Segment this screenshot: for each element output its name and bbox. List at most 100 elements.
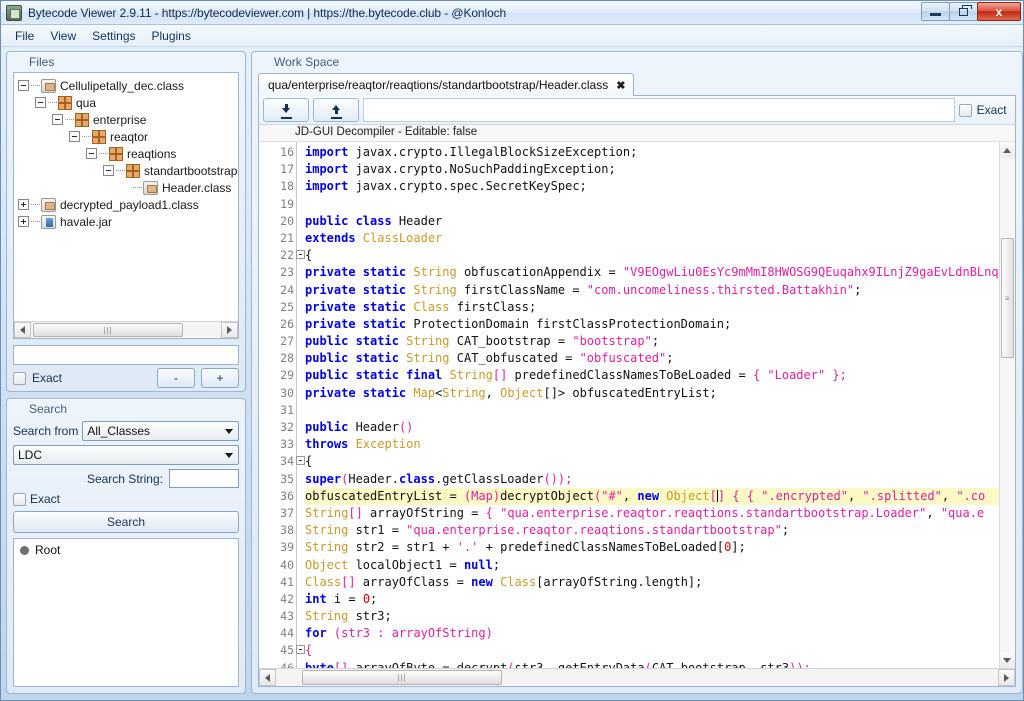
code-horizontal-scrollbar[interactable]: |||	[259, 668, 1015, 686]
menu-item-file[interactable]: File	[7, 27, 42, 45]
scroll-left-button[interactable]	[14, 322, 31, 338]
code-line[interactable]: String[] arrayOfString = { "qua.enterpri…	[305, 505, 999, 522]
menu-item-view[interactable]: View	[42, 27, 84, 45]
scroll-down-button[interactable]	[999, 652, 1015, 668]
tree-node[interactable]: Cellulipetally_dec.class	[18, 77, 236, 94]
collapse-icon[interactable]	[52, 114, 63, 125]
code-line[interactable]: public class Header	[305, 213, 999, 230]
tree-node[interactable]: havale.jar	[18, 213, 236, 230]
code-line[interactable]: private static Class firstClass;	[305, 299, 999, 316]
code-line[interactable]: public Header()	[305, 419, 999, 436]
search-button[interactable]: Search	[13, 511, 239, 533]
code-line[interactable]: {	[305, 453, 999, 470]
code-line[interactable]: Class[] arrayOfClass = new Class[arrayOf…	[305, 574, 999, 591]
code-line[interactable]: public static final String[] predefinedC…	[305, 367, 999, 384]
code-token: byte	[305, 660, 334, 668]
expand-icon[interactable]	[18, 216, 29, 227]
collapse-icon[interactable]	[35, 97, 46, 108]
code-line[interactable]: for (str3 : arrayOfString)	[305, 625, 999, 642]
code-line[interactable]: private static String obfuscationAppendi…	[305, 264, 999, 281]
code-line[interactable]: import javax.crypto.spec.SecretKeySpec;	[305, 178, 999, 195]
code-line[interactable]: public static String CAT_bootstrap = "bo…	[305, 333, 999, 350]
code-line[interactable]: {	[305, 247, 999, 264]
search-string-input[interactable]	[169, 469, 239, 488]
search-down-button[interactable]	[263, 98, 309, 122]
search-scope-dropdown[interactable]: All_Classes	[82, 421, 239, 441]
files-filter-input[interactable]	[13, 345, 239, 365]
expand-icon[interactable]	[18, 199, 29, 210]
code-line[interactable]: public static String CAT_obfuscated = "o…	[305, 350, 999, 367]
code-line[interactable]: byte[] arrayOfByte = decrypt(str3, getEn…	[305, 660, 999, 668]
code-line[interactable]: String str3;	[305, 608, 999, 625]
code-line[interactable]: Object localObject1 = null;	[305, 557, 999, 574]
editor-search-input[interactable]	[363, 98, 955, 122]
code-scroll-right-button[interactable]	[997, 669, 1015, 686]
collapse-icon[interactable]	[86, 148, 97, 159]
code-line[interactable]: String str2 = str1 + '.' + predefinedCla…	[305, 539, 999, 556]
minimize-button[interactable]	[921, 2, 950, 21]
tree-node[interactable]: Header.class	[18, 179, 236, 196]
scroll-up-button[interactable]	[999, 142, 1015, 158]
font-increase-button[interactable]: +	[201, 368, 239, 388]
code-line[interactable]: int i = 0;	[305, 591, 999, 608]
code-line[interactable]: private static ProtectionDomain firstCla…	[305, 316, 999, 333]
code-line[interactable]: import javax.crypto.NoSuchPaddingExcepti…	[305, 161, 999, 178]
code-fold-toggle[interactable]	[296, 250, 305, 260]
code-fold-toggle[interactable]	[296, 645, 305, 655]
code-vertical-scrollbar[interactable]: ≡	[998, 142, 1015, 668]
code-line-highlighted[interactable]: obfuscatedEntryList = (Map)decryptObject…	[305, 487, 999, 505]
font-decrease-button[interactable]: -	[157, 368, 195, 388]
tree-node[interactable]: enterprise	[18, 111, 236, 128]
code-fold-toggle[interactable]	[296, 456, 305, 466]
scroll-right-button[interactable]	[221, 322, 238, 338]
collapse-icon[interactable]	[69, 131, 80, 142]
code-line[interactable]: String str1 = "qua.enterprise.reaqtor.re…	[305, 522, 999, 539]
code-scroll-left-button[interactable]	[259, 669, 276, 686]
search-exact-checkbox[interactable]	[13, 492, 26, 506]
code-token: arrayOfString =	[362, 505, 486, 520]
tab-close-icon[interactable]: ✖	[616, 79, 625, 92]
tab-header-class[interactable]: qua/enterprise/reaqtor/reaqtions/standar…	[258, 73, 635, 96]
tree-node[interactable]: reaqtions	[18, 145, 236, 162]
tree-node[interactable]: decrypted_payload1.class	[18, 196, 236, 213]
code-line[interactable]: throws Exception	[305, 436, 999, 453]
tree-node[interactable]: standartbootstrap	[18, 162, 237, 179]
files-exact-checkbox[interactable]	[13, 371, 26, 385]
search-results-tree[interactable]: Root	[13, 538, 239, 687]
code-line[interactable]: import javax.crypto.IllegalBlockSizeExce…	[305, 144, 999, 161]
code-token: import	[305, 145, 356, 159]
code-line[interactable]: private static String firstClassName = "…	[305, 282, 999, 299]
search-up-button[interactable]	[313, 98, 359, 122]
code-line[interactable]	[305, 402, 999, 419]
code-line[interactable]: private static Map<String, Object[]> obf…	[305, 385, 999, 402]
code-scroll-track[interactable]: |||	[276, 669, 998, 686]
code-token: .getClassLoader	[435, 471, 544, 486]
code-token: String	[413, 265, 457, 280]
restore-button[interactable]	[949, 2, 978, 21]
code-line[interactable]: {	[305, 642, 999, 659]
code-content[interactable]: import javax.crypto.IllegalBlockSizeExce…	[297, 142, 999, 668]
tree-node[interactable]: qua	[18, 94, 236, 111]
code-scroll-thumb[interactable]: |||	[302, 670, 502, 685]
code-token: private static	[305, 299, 414, 314]
menu-item-plugins[interactable]: Plugins	[144, 27, 199, 45]
vscroll-track[interactable]: ≡	[1000, 158, 1015, 652]
tree-node[interactable]: reaqtor	[18, 128, 236, 145]
search-type-dropdown[interactable]: LDC	[13, 445, 239, 465]
code-line[interactable]	[305, 196, 999, 213]
scroll-track[interactable]: |||	[31, 322, 221, 338]
collapse-icon[interactable]	[18, 80, 29, 91]
code-line[interactable]: super(Header.class.getClassLoader());	[305, 471, 999, 488]
search-result-root[interactable]: Root	[20, 543, 232, 557]
file-tree[interactable]: Cellulipetally_dec.class qua enterprise rea…	[14, 73, 238, 321]
code-token: ".encrypted"	[761, 488, 848, 503]
editor-exact-checkbox[interactable]	[958, 103, 972, 117]
menu-item-settings[interactable]: Settings	[84, 27, 143, 45]
tree-node-label: enterprise	[93, 112, 147, 127]
vscroll-thumb[interactable]: ≡	[1000, 238, 1014, 358]
code-line[interactable]: extends ClassLoader	[305, 230, 999, 247]
close-button[interactable]: x	[977, 2, 1021, 21]
scroll-thumb[interactable]: |||	[33, 323, 183, 337]
collapse-icon[interactable]	[103, 165, 114, 176]
files-horizontal-scrollbar[interactable]: |||	[14, 321, 238, 338]
